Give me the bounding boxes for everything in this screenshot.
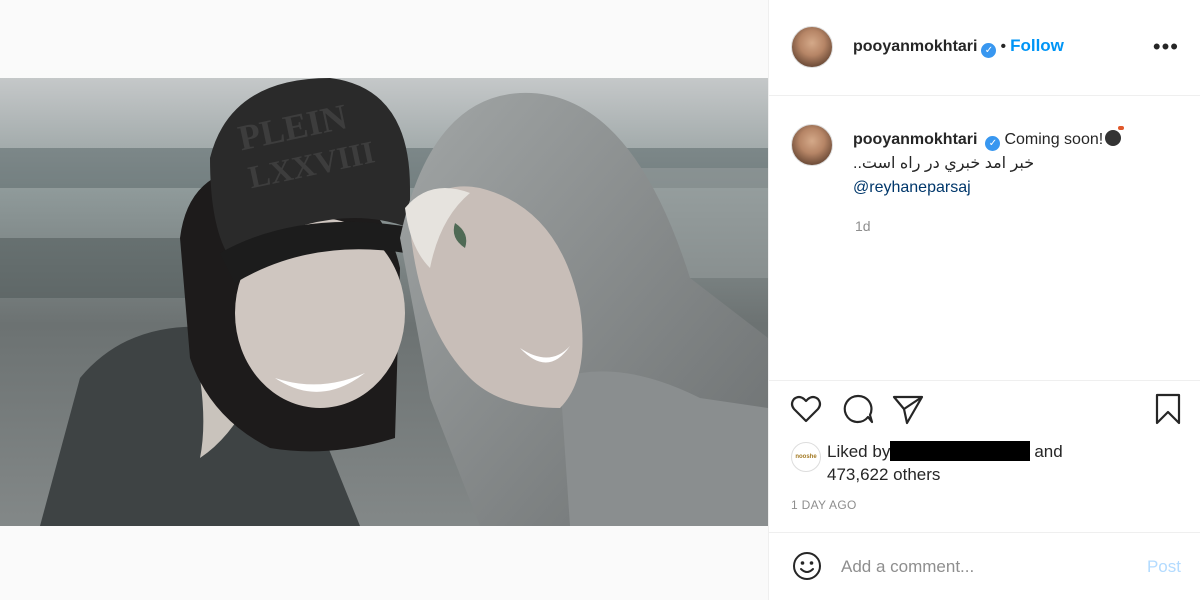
smiley-icon[interactable] (791, 550, 823, 582)
caption-persian-line: خبر امد خبري در راه است.. (853, 155, 1035, 172)
post-side-panel: pooyanmokhtari ✓ • Follow ••• pooyanmokhtar… (768, 0, 1200, 600)
post-comment-button[interactable]: Post (1147, 557, 1181, 577)
caption-mention-link[interactable]: @reyhaneparsaj (853, 179, 971, 196)
separator-dot: • (1000, 38, 1007, 55)
header-user: pooyanmokhtari ✓ • Follow (853, 36, 1064, 58)
others-count-link[interactable]: 473,622 others (827, 465, 940, 484)
caption-username[interactable]: pooyanmokhtari (853, 131, 977, 148)
caption: pooyanmokhtari ✓ Coming soon! خبر امد خبري… (853, 126, 1183, 200)
action-bar (789, 392, 1189, 428)
comment-icon[interactable] (841, 392, 875, 426)
post-header: pooyanmokhtari ✓ • Follow ••• (769, 0, 1200, 96)
photo-illustration: PLEIN LXXVIII (0, 78, 768, 526)
caption-verified-badge-icon: ✓ (985, 136, 1001, 151)
post-photo[interactable]: PLEIN LXXVIII (0, 78, 768, 526)
follow-button[interactable]: Follow (1010, 36, 1064, 55)
more-options-icon[interactable]: ••• (1153, 34, 1179, 60)
comment-box: Post (769, 533, 1200, 600)
paper-plane-icon[interactable] (891, 392, 925, 426)
author-avatar[interactable] (791, 26, 833, 68)
liker-avatar[interactable]: nooshe (791, 442, 821, 472)
author-username[interactable]: pooyanmokhtari (853, 38, 977, 55)
redacted-username (890, 441, 1031, 461)
divider (769, 380, 1200, 381)
bomb-emoji-icon (1105, 126, 1125, 146)
caption-text: Coming soon! (1004, 131, 1104, 148)
liked-by-label: Liked by (827, 442, 891, 461)
media-area: PLEIN LXXVIII (0, 0, 768, 600)
comment-input[interactable] (841, 553, 1121, 581)
heart-icon[interactable] (789, 392, 823, 426)
caption-time: 1d (855, 218, 871, 234)
verified-badge-icon: ✓ (981, 43, 997, 58)
bookmark-icon[interactable] (1151, 392, 1185, 426)
likes-text: Liked by and 473,622 others (827, 440, 1063, 486)
post-timestamp[interactable]: 1 DAY AGO (791, 498, 857, 512)
caption-author-avatar[interactable] (791, 124, 833, 166)
and-label: and (1034, 442, 1063, 461)
